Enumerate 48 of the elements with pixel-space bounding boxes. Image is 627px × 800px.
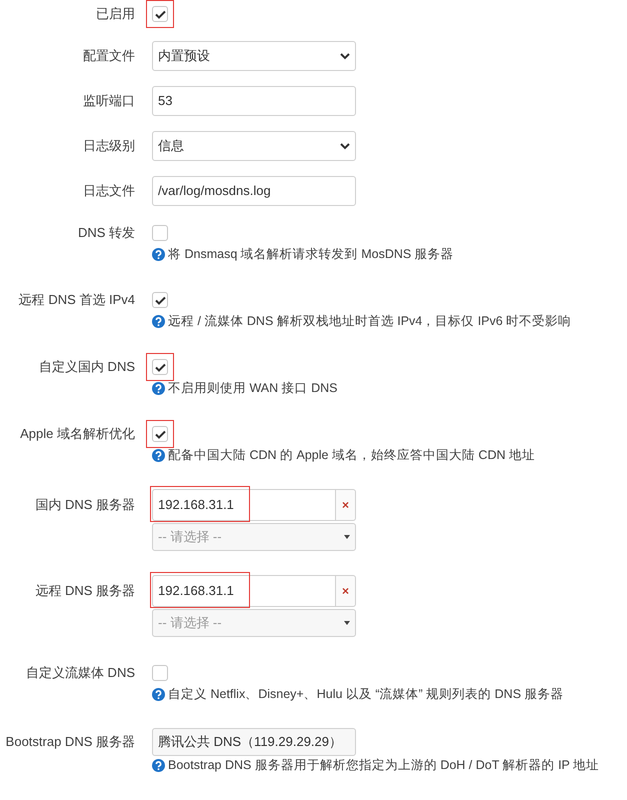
help-icon xyxy=(152,382,165,394)
checkmark-icon xyxy=(154,10,166,18)
checkbox[interactable] xyxy=(152,292,168,308)
field-label: 自定义国内 DNS xyxy=(38,358,136,376)
checkbox[interactable] xyxy=(152,426,168,442)
field-label: 自定义流媒体 DNS xyxy=(24,664,136,682)
select-field[interactable]: 信息 xyxy=(152,131,356,161)
checkmark-icon xyxy=(154,362,166,372)
input-field[interactable]: 192.168.31.1 xyxy=(152,575,336,607)
help-text: 不启用则使用 WAN 接口 DNS xyxy=(168,380,338,397)
input-field[interactable]: 192.168.31.1 xyxy=(152,489,336,521)
help-text: 将 Dnsmasq 域名解析请求转发到 MosDNS 服务器 xyxy=(168,246,454,263)
checkbox[interactable] xyxy=(152,359,168,375)
field-label: 配置文件 xyxy=(82,47,136,66)
checkmark-icon xyxy=(154,430,166,438)
select-field[interactable]: 内置预设 xyxy=(152,41,356,71)
caret-down-icon xyxy=(344,621,350,625)
help-icon xyxy=(152,758,165,772)
input-field[interactable]: 53 xyxy=(152,86,356,116)
field-label: Apple 域名解析优化 xyxy=(19,425,136,444)
help-text: 远程 / 流媒体 DNS 解析双栈地址时首选 IPv4，目标仅 IPv6 时不受影响 xyxy=(168,312,572,330)
select-field[interactable]: 腾讯公共 DNS（119.29.29.29） xyxy=(152,728,356,756)
remove-button[interactable]: × xyxy=(336,489,356,521)
checkbox[interactable] xyxy=(152,6,168,22)
checkbox[interactable] xyxy=(152,665,168,681)
field-label: 监听端口 xyxy=(82,92,136,110)
field-label: 日志级别 xyxy=(82,137,136,156)
help-icon xyxy=(152,248,165,260)
input-field[interactable]: /var/log/mosdns.log xyxy=(152,176,356,206)
field-label: 国内 DNS 服务器 xyxy=(34,496,136,514)
help-icon xyxy=(152,688,165,700)
field-label: 远程 DNS 首选 IPv4 xyxy=(18,291,136,310)
help-icon xyxy=(152,314,165,328)
field-label: 远程 DNS 服务器 xyxy=(34,582,136,600)
help-text: Bootstrap DNS 服务器用于解析您指定为上游的 DoH / DoT 解析器的 IP 地址 xyxy=(168,756,600,774)
checkbox[interactable] xyxy=(152,225,168,241)
field-label: Bootstrap DNS 服务器 xyxy=(4,733,136,752)
chevron-down-icon xyxy=(340,142,350,150)
field-label: 已启用 xyxy=(95,5,136,24)
help-text: 配备中国大陆 CDN 的 Apple 域名，始终应答中国大陆 CDN 地址 xyxy=(168,446,535,464)
chevron-down-icon xyxy=(340,52,350,60)
help-icon xyxy=(152,448,165,462)
caret-down-icon xyxy=(344,535,350,539)
checkmark-icon xyxy=(154,296,166,304)
field-label: 日志文件 xyxy=(82,182,136,200)
remove-button[interactable]: × xyxy=(336,575,356,607)
field-label: DNS 转发 xyxy=(76,224,136,242)
help-text: 自定义 Netflix、Disney+、Hulu 以及 “流媒体” 规则列表的 DNS 服务器 xyxy=(168,686,564,703)
